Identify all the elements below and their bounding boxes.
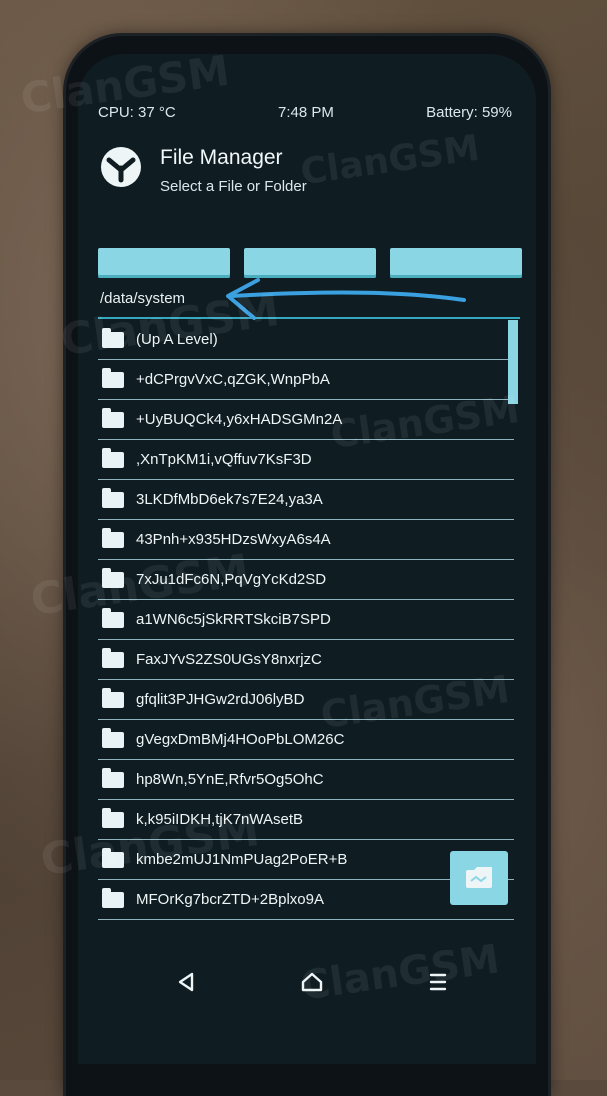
toolbar: [98, 248, 522, 280]
folder-icon: [102, 812, 124, 828]
list-item[interactable]: FaxJYvS2ZS0UGsY8nxrjzC: [98, 640, 514, 680]
file-name: 7xJu1dFc6N,PqVgYcKd2SD: [136, 571, 326, 588]
list-item[interactable]: +dCPrgvVxC,qZGK,WnpPbA: [98, 360, 514, 400]
file-name: hp8Wn,5YnE,Rfvr5Og5OhC: [136, 771, 324, 788]
clock: 7:48 PM: [278, 104, 334, 121]
list-item[interactable]: k,k95iIDKH,tjK7nWAsetB: [98, 800, 514, 840]
list-item[interactable]: 43Pnh+x935HDzsWxyA6s4A: [98, 520, 514, 560]
file-name: gfqlit3PJHGw2rdJ06lyBD: [136, 691, 304, 708]
folder-icon: [102, 572, 124, 588]
twrp-logo-icon: [100, 146, 142, 188]
file-name: a1WN6c5jSkRRTSkciB7SPD: [136, 611, 331, 628]
list-item[interactable]: +UyBUQCk4,y6xHADSGMn2A: [98, 400, 514, 440]
folder-icon: [102, 492, 124, 508]
list-item[interactable]: gfqlit3PJHGw2rdJ06lyBD: [98, 680, 514, 720]
list-item[interactable]: hp8Wn,5YnE,Rfvr5Og5OhC: [98, 760, 514, 800]
folder-icon: [102, 612, 124, 628]
file-list: (Up A Level) +dCPrgvVxC,qZGK,WnpPbA +UyB…: [98, 320, 514, 1020]
list-item[interactable]: a1WN6c5jSkRRTSkciB7SPD: [98, 600, 514, 640]
file-name: 43Pnh+x935HDzsWxyA6s4A: [136, 531, 331, 548]
scrollbar-thumb[interactable]: [508, 320, 518, 404]
select-storage-button[interactable]: [450, 851, 508, 905]
navigation-bar: [78, 956, 536, 1004]
current-path: /data/system: [100, 290, 185, 307]
page-subtitle: Select a File or Folder: [160, 178, 307, 195]
file-name: kmbe2mUJ1NmPUag2PoER+B: [136, 851, 347, 868]
file-name: ,XnTpKM1i,vQffuv7KsF3D: [136, 451, 312, 468]
toolbar-button-2[interactable]: [244, 248, 376, 278]
folder-icon: [102, 732, 124, 748]
folder-icon: [102, 412, 124, 428]
list-item[interactable]: gVegxDmBMj4HOoPbLOM26C: [98, 720, 514, 760]
back-triangle-icon: [175, 971, 197, 993]
file-name: (Up A Level): [136, 331, 218, 348]
cpu-temperature: CPU: 37 °C: [98, 104, 176, 121]
folder-icon: [102, 892, 124, 908]
folder-icon: [102, 692, 124, 708]
folder-icon: [102, 652, 124, 668]
menu-button[interactable]: [418, 964, 458, 1000]
recovery-screen: CPU: 37 °C 7:48 PM Battery: 59% File Man…: [78, 54, 536, 1064]
status-bar: CPU: 37 °C 7:48 PM Battery: 59%: [78, 102, 536, 128]
folder-icon: [102, 852, 124, 868]
folder-icon: [102, 772, 124, 788]
file-name: MFOrKg7bcrZTD+2Bplxo9A: [136, 891, 324, 908]
list-item[interactable]: ,XnTpKM1i,vQffuv7KsF3D: [98, 440, 514, 480]
folder-icon: [102, 452, 124, 468]
toolbar-button-1[interactable]: [98, 248, 230, 278]
scrollbar[interactable]: [508, 320, 518, 1020]
file-name: +UyBUQCk4,y6xHADSGMn2A: [136, 411, 342, 428]
folder-icon: [102, 372, 124, 388]
list-item[interactable]: 7xJu1dFc6N,PqVgYcKd2SD: [98, 560, 514, 600]
folder-icon: [102, 332, 124, 348]
page-title: File Manager: [160, 146, 283, 170]
toolbar-button-3[interactable]: [390, 248, 522, 278]
menu-lines-icon: [427, 972, 449, 992]
list-item-up-level[interactable]: (Up A Level): [98, 320, 514, 360]
file-name: +dCPrgvVxC,qZGK,WnpPbA: [136, 371, 330, 388]
file-name: 3LKDfMbD6ek7s7E24,ya3A: [136, 491, 323, 508]
list-item[interactable]: 3LKDfMbD6ek7s7E24,ya3A: [98, 480, 514, 520]
home-icon: [300, 970, 324, 994]
home-button[interactable]: [292, 964, 332, 1000]
battery-status: Battery: 59%: [426, 104, 512, 121]
select-storage-icon: [464, 866, 494, 890]
back-button[interactable]: [166, 964, 206, 1000]
file-name: FaxJYvS2ZS0UGsY8nxrjzC: [136, 651, 322, 668]
file-name: k,k95iIDKH,tjK7nWAsetB: [136, 811, 303, 828]
folder-icon: [102, 532, 124, 548]
file-name: gVegxDmBMj4HOoPbLOM26C: [136, 731, 344, 748]
